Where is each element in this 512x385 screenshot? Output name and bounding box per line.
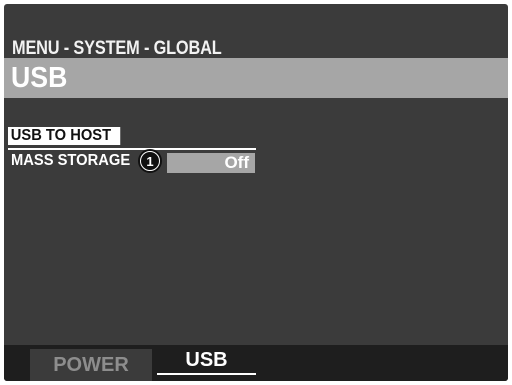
tab-label: USB bbox=[185, 349, 228, 371]
selection-underline bbox=[8, 148, 256, 150]
callout-number: 1 bbox=[141, 152, 159, 170]
page-title: USB bbox=[11, 62, 68, 94]
active-tab-underline bbox=[157, 373, 256, 375]
setting-label: MASS STORAGE bbox=[11, 152, 131, 169]
setting-value: Off bbox=[224, 153, 249, 172]
breadcrumb: MENU - SYSTEM - GLOBAL bbox=[12, 38, 222, 59]
title-bar: USB bbox=[4, 58, 508, 98]
tab-power[interactable]: POWER bbox=[30, 349, 152, 381]
tab-bar: POWER USB bbox=[4, 345, 508, 381]
setting-value-box[interactable]: Off bbox=[167, 153, 255, 173]
tab-usb[interactable]: USB bbox=[154, 349, 259, 381]
tab-label: POWER bbox=[53, 353, 129, 376]
display-screen: MENU - SYSTEM - GLOBAL USB USB TO HOST M… bbox=[4, 4, 508, 381]
setting-label: USB TO HOST bbox=[8, 127, 121, 145]
setting-row-usb-to-host[interactable]: USB TO HOST bbox=[4, 126, 508, 150]
setting-row-mass-storage[interactable]: MASS STORAGE Off bbox=[4, 151, 508, 173]
callout-number-badge: 1 bbox=[138, 149, 162, 173]
